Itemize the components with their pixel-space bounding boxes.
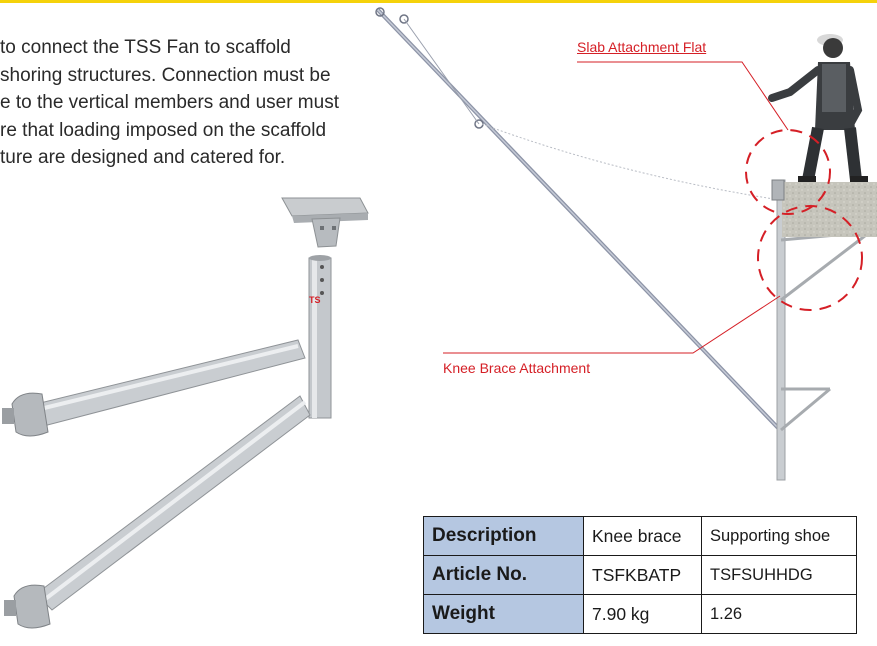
table-cell: Knee brace: [583, 516, 702, 556]
table-cell: Supporting shoe: [701, 516, 857, 556]
slab-attachment-label: Slab Attachment Flat: [577, 39, 707, 55]
row-header: Article No.: [423, 555, 584, 595]
table-cell: 7.90 kg: [583, 594, 702, 634]
knee-brace-product-image: TS: [2, 197, 369, 629]
knee-brace-attachment-label: Knee Brace Attachment: [443, 360, 591, 376]
table-cell: TSFSUHHDG: [701, 555, 857, 595]
table-row: Weight 7.90 kg 1.26: [423, 594, 857, 634]
table-cell: TSFKBATP: [583, 555, 702, 595]
spec-table: Description Knee brace Supporting shoe A…: [423, 516, 857, 634]
svg-text:TS: TS: [309, 295, 321, 305]
worker-figure: [768, 34, 868, 182]
table-cell: 1.26: [701, 594, 857, 634]
table-row: Description Knee brace Supporting shoe: [423, 516, 857, 556]
row-header: Description: [423, 516, 584, 556]
table-row: Article No. TSFKBATP TSFSUHHDG: [423, 555, 857, 595]
row-header: Weight: [423, 594, 584, 634]
scaffold-fan-diagram: [375, 7, 877, 481]
